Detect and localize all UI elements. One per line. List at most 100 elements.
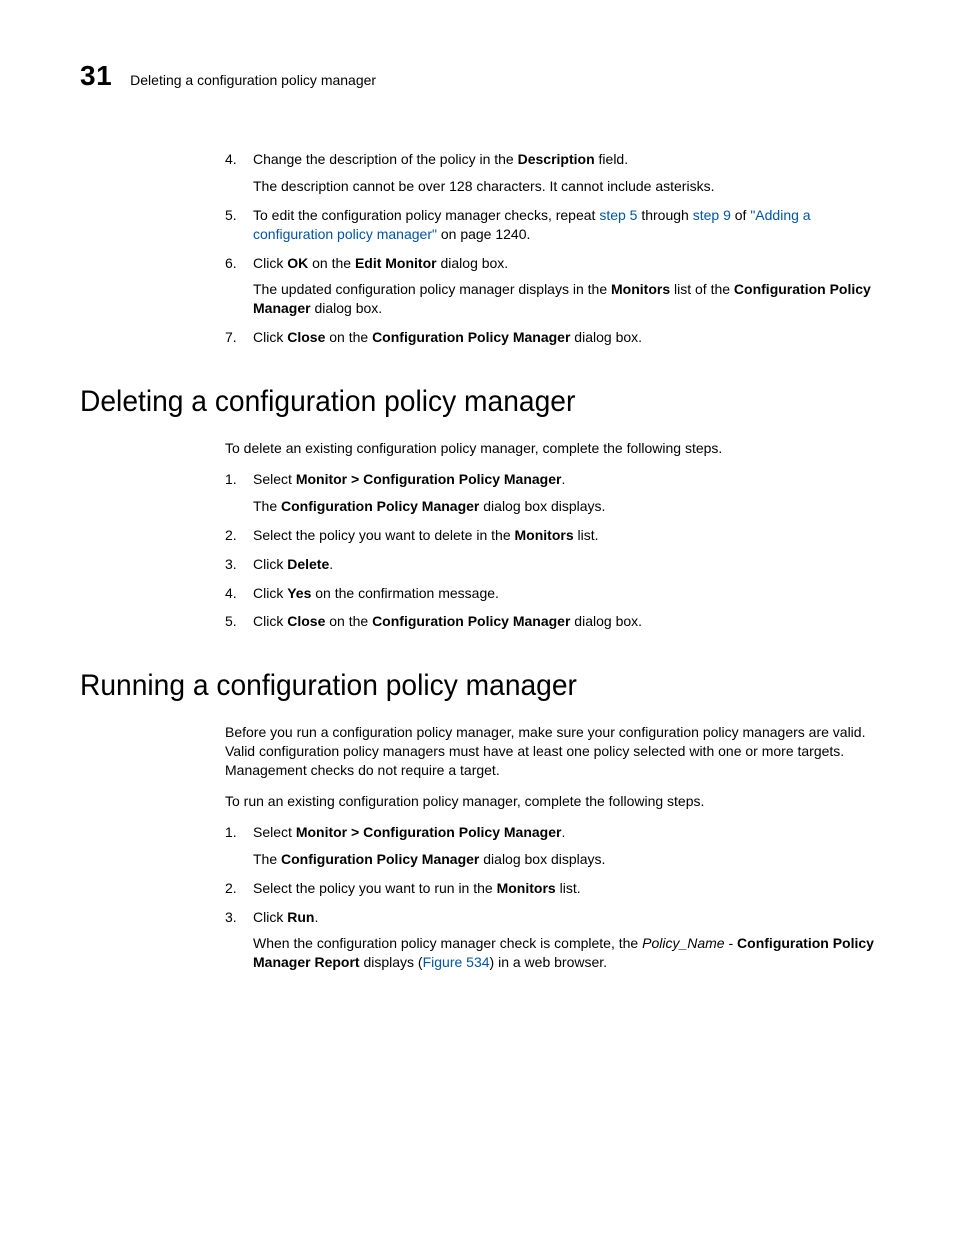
cross-reference-link[interactable]: step 9 bbox=[693, 207, 731, 223]
step-text: Select Monitor > Configuration Policy Ma… bbox=[253, 470, 874, 489]
text-run: dialog box. bbox=[570, 329, 642, 345]
text-run: The updated configuration policy manager… bbox=[253, 281, 611, 297]
step-number: 2. bbox=[225, 526, 237, 545]
step-item: 5. Click Close on the Configuration Polic… bbox=[225, 612, 874, 631]
text-run: Click bbox=[253, 613, 287, 629]
text-run: The description cannot be over 128 chara… bbox=[253, 178, 714, 194]
text-run: Configuration Policy Manager bbox=[281, 498, 479, 514]
text-run: Monitors bbox=[611, 281, 670, 297]
text-run: . bbox=[561, 471, 565, 487]
text-run: Select the policy you want to run in the bbox=[253, 880, 497, 896]
text-run: Description bbox=[518, 151, 595, 167]
text-run: Click bbox=[253, 585, 287, 601]
text-run: of bbox=[731, 207, 750, 223]
text-run: Policy_Name bbox=[642, 935, 724, 951]
intro-text: Before you run a configuration policy ma… bbox=[225, 723, 874, 780]
step-item: 6. Click OK on the Edit Monitor dialog bo… bbox=[225, 254, 874, 319]
text-run: Change the description of the policy in … bbox=[253, 151, 518, 167]
step-text: To edit the configuration policy manager… bbox=[253, 206, 874, 244]
steps-list: 4. Change the description of the policy i… bbox=[225, 150, 874, 347]
intro-text: To run an existing configuration policy … bbox=[225, 792, 874, 811]
section-continuation: 4. Change the description of the policy i… bbox=[80, 150, 874, 347]
step-subtext: When the configuration policy manager ch… bbox=[253, 934, 874, 972]
text-run: Configuration Policy Manager bbox=[281, 851, 479, 867]
text-run: ) in a web browser. bbox=[490, 954, 608, 970]
text-run: on the confirmation message. bbox=[311, 585, 499, 601]
step-text: Click OK on the Edit Monitor dialog box. bbox=[253, 254, 874, 273]
step-text: Click Yes on the confirmation message. bbox=[253, 584, 874, 603]
text-run: Configuration Policy Manager bbox=[372, 329, 570, 345]
cross-reference-link[interactable]: step 5 bbox=[599, 207, 637, 223]
text-run: on the bbox=[308, 255, 355, 271]
text-run: . bbox=[329, 556, 333, 572]
step-item: 4. Change the description of the policy i… bbox=[225, 150, 874, 196]
section-deleting: To delete an existing configuration poli… bbox=[80, 439, 874, 631]
step-item: 4. Click Yes on the confirmation message. bbox=[225, 584, 874, 603]
text-run: Select bbox=[253, 824, 296, 840]
text-run: Select bbox=[253, 471, 296, 487]
text-run: through bbox=[637, 207, 692, 223]
section-running: Before you run a configuration policy ma… bbox=[80, 723, 874, 972]
text-run: list. bbox=[556, 880, 581, 896]
step-text: Click Run. bbox=[253, 908, 874, 927]
text-run: . bbox=[314, 909, 318, 925]
text-run: Monitor > Configuration Policy Manager bbox=[296, 824, 562, 840]
step-number: 4. bbox=[225, 150, 237, 169]
cross-reference-link[interactable]: Figure 534 bbox=[423, 954, 490, 970]
text-run: Close bbox=[287, 613, 325, 629]
step-subtext: The Configuration Policy Manager dialog … bbox=[253, 497, 874, 516]
text-run: Close bbox=[287, 329, 325, 345]
intro-text: To delete an existing configuration poli… bbox=[225, 439, 874, 458]
step-number: 6. bbox=[225, 254, 237, 273]
text-run: Monitors bbox=[515, 527, 574, 543]
step-text: Change the description of the policy in … bbox=[253, 150, 874, 169]
text-run: field. bbox=[595, 151, 628, 167]
step-text: Select the policy you want to run in the… bbox=[253, 879, 874, 898]
text-run: The bbox=[253, 851, 281, 867]
step-number: 5. bbox=[225, 612, 237, 631]
step-item: 3.Click Delete. bbox=[225, 555, 874, 574]
step-number: 1. bbox=[225, 823, 237, 842]
text-run: - bbox=[725, 935, 737, 951]
step-text: Select the policy you want to delete in … bbox=[253, 526, 874, 545]
text-run: dialog box. bbox=[311, 300, 383, 316]
text-run: Monitor > Configuration Policy Manager bbox=[296, 471, 562, 487]
text-run: Select the policy you want to delete in … bbox=[253, 527, 515, 543]
text-run: Click bbox=[253, 255, 287, 271]
step-text: Click Close on the Configuration Policy … bbox=[253, 612, 874, 631]
step-text: Select Monitor > Configuration Policy Ma… bbox=[253, 823, 874, 842]
step-number: 4. bbox=[225, 584, 237, 603]
text-run: dialog box displays. bbox=[479, 498, 605, 514]
step-item: 1. Select Monitor > Configuration Policy … bbox=[225, 823, 874, 869]
text-run: list. bbox=[574, 527, 599, 543]
text-run: Click bbox=[253, 556, 287, 572]
text-run: on page 1240. bbox=[437, 226, 530, 242]
step-item: 2. Select the policy you want to delete i… bbox=[225, 526, 874, 545]
text-run: When the configuration policy manager ch… bbox=[253, 935, 642, 951]
text-run: . bbox=[561, 824, 565, 840]
step-item: 3.Click Run.When the configuration polic… bbox=[225, 908, 874, 973]
step-item: 2. Select the policy you want to run in t… bbox=[225, 879, 874, 898]
steps-list: 1. Select Monitor > Configuration Policy … bbox=[225, 470, 874, 631]
step-number: 7. bbox=[225, 328, 237, 347]
step-number: 5. bbox=[225, 206, 237, 225]
page: 31 Deleting a configuration policy manag… bbox=[0, 0, 954, 1042]
chapter-number: 31 bbox=[80, 60, 112, 92]
text-run: Click bbox=[253, 329, 287, 345]
step-number: 1. bbox=[225, 470, 237, 489]
step-item: 5. To edit the configuration policy manag… bbox=[225, 206, 874, 244]
running-header: 31 Deleting a configuration policy manag… bbox=[80, 60, 874, 92]
step-number: 2. bbox=[225, 879, 237, 898]
step-subtext: The updated configuration policy manager… bbox=[253, 280, 874, 318]
text-run: Edit Monitor bbox=[355, 255, 437, 271]
step-number: 3. bbox=[225, 555, 237, 574]
text-run: Click bbox=[253, 909, 287, 925]
heading-deleting: Deleting a configuration policy manager bbox=[80, 385, 826, 419]
heading-running: Running a configuration policy manager bbox=[80, 669, 826, 703]
text-run: Configuration Policy Manager bbox=[372, 613, 570, 629]
text-run: on the bbox=[325, 329, 372, 345]
text-run: To edit the configuration policy manager… bbox=[253, 207, 599, 223]
running-title: Deleting a configuration policy manager bbox=[130, 72, 376, 88]
step-subtext: The description cannot be over 128 chara… bbox=[253, 177, 874, 196]
text-run: OK bbox=[287, 255, 308, 271]
